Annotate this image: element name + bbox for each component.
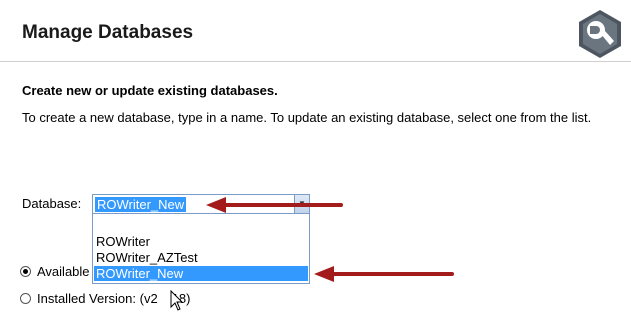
installed-version-radio-label: Installed Version: (v2 18) <box>37 291 191 306</box>
annotation-arrow-icon <box>314 266 454 282</box>
database-dropdown-list: ROWriter ROWriter_AZTest ROWriter_New <box>92 214 310 284</box>
list-item[interactable]: ROWriter <box>94 234 308 249</box>
available-radio[interactable] <box>20 266 31 277</box>
list-item[interactable]: ROWriter_AZTest <box>94 250 308 265</box>
available-radio-label: Available <box>37 264 90 279</box>
page-title: Manage Databases <box>22 22 194 43</box>
chevron-down-icon[interactable]: ▼ <box>294 195 309 213</box>
wrench-settings-icon[interactable] <box>574 8 626 60</box>
mouse-cursor-icon <box>170 290 184 311</box>
database-combobox-value[interactable]: ROWriter_New <box>95 197 187 212</box>
section-description: To create a new database, type in a name… <box>22 110 592 125</box>
list-item-selected[interactable]: ROWriter_New <box>94 266 308 281</box>
page-header: Manage Databases <box>0 0 631 68</box>
section-heading: Create new or update existing databases. <box>22 83 278 98</box>
header-divider <box>0 61 631 62</box>
database-combobox[interactable]: ROWriter_New ▼ <box>92 194 310 214</box>
database-label: Database: <box>22 196 82 211</box>
installed-version-radio[interactable] <box>20 293 31 304</box>
